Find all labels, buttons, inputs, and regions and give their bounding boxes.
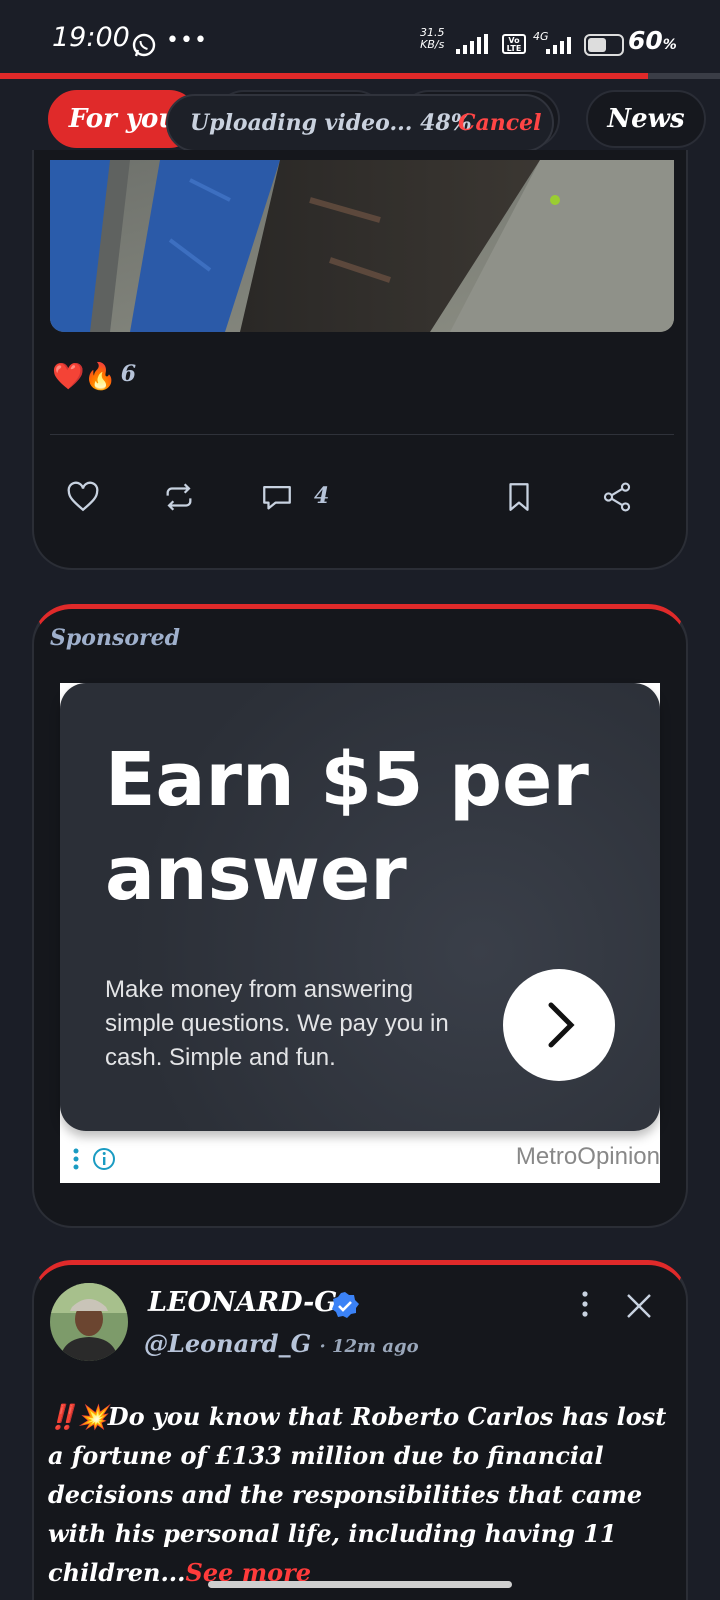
- verified-badge-icon: [332, 1292, 359, 1318]
- reaction-emojis: ❤️🔥: [52, 362, 117, 392]
- avatar[interactable]: [50, 1283, 128, 1361]
- reaction-count: 6: [120, 361, 137, 387]
- ad-brand[interactable]: MetroOpinion: [516, 1143, 660, 1171]
- post-card: LEONARD-G @Leonard_G · 12m ago ‼️💥Do you…: [32, 1260, 688, 1600]
- network-speed: 31.5 KB/s: [420, 26, 445, 51]
- battery-icon: [584, 34, 624, 56]
- chevron-right-icon: [548, 1002, 575, 1048]
- post-text[interactable]: ‼️💥Do you know that Roberto Carlos has l…: [48, 1397, 678, 1592]
- heart-icon: [67, 481, 99, 512]
- status-bar: 19:00 ••• 31.5 KB/s Vo LTE 4G 60%: [0, 0, 720, 74]
- divider: [50, 434, 674, 435]
- whatsapp-icon: [132, 33, 156, 57]
- comment-button[interactable]: [260, 480, 298, 518]
- bookmark-button[interactable]: [502, 480, 540, 518]
- repost-button[interactable]: [162, 480, 200, 518]
- more-options-icon[interactable]: [580, 1289, 590, 1319]
- volte-icon: Vo LTE: [502, 34, 526, 54]
- ad-info-icon[interactable]: [72, 1145, 122, 1175]
- ad-go-button[interactable]: [503, 969, 615, 1081]
- post-image[interactable]: [50, 160, 674, 332]
- status-time: 19:00: [52, 22, 130, 53]
- bookmark-icon: [509, 483, 529, 511]
- tab-news[interactable]: News: [586, 90, 706, 148]
- reactions[interactable]: ❤️🔥 6: [52, 361, 137, 402]
- battery-percentage: 60%: [628, 26, 677, 55]
- ad-frame[interactable]: Earn $5 per answer Make money from answe…: [60, 683, 660, 1183]
- signal-icon: [546, 37, 571, 54]
- sponsored-card: Sponsored Earn $5 per answer Make money …: [32, 604, 688, 1228]
- ad-headline: Earn $5 per answer: [105, 737, 589, 917]
- signal-icon: [456, 34, 488, 54]
- close-icon[interactable]: [626, 1293, 652, 1319]
- ad-body: Make money from answering simple questio…: [105, 976, 449, 1071]
- repost-icon: [166, 483, 192, 511]
- comment-icon: [263, 485, 291, 510]
- like-button[interactable]: [66, 480, 104, 518]
- upload-toast: Uploading video... 48% Cancel: [166, 94, 554, 152]
- author-name[interactable]: LEONARD-G: [148, 1287, 337, 1318]
- sponsored-label: Sponsored: [50, 625, 180, 651]
- home-indicator[interactable]: [208, 1581, 512, 1588]
- share-icon: [603, 482, 631, 512]
- share-button[interactable]: [600, 480, 638, 518]
- post-time: · 12m ago: [319, 1336, 419, 1357]
- comment-count: 4: [314, 483, 330, 509]
- upload-progress-bar: [0, 73, 720, 79]
- upload-status-text: Uploading video... 48%: [190, 110, 472, 136]
- ad-banner[interactable]: Earn $5 per answer Make money from answe…: [60, 683, 660, 1131]
- more-notifications-icon: •••: [166, 28, 208, 53]
- post-card: ❤️🔥 6 4: [32, 150, 688, 570]
- author-handle[interactable]: @Leonard_G · 12m ago: [144, 1329, 419, 1358]
- cancel-upload-button[interactable]: Cancel: [458, 96, 542, 150]
